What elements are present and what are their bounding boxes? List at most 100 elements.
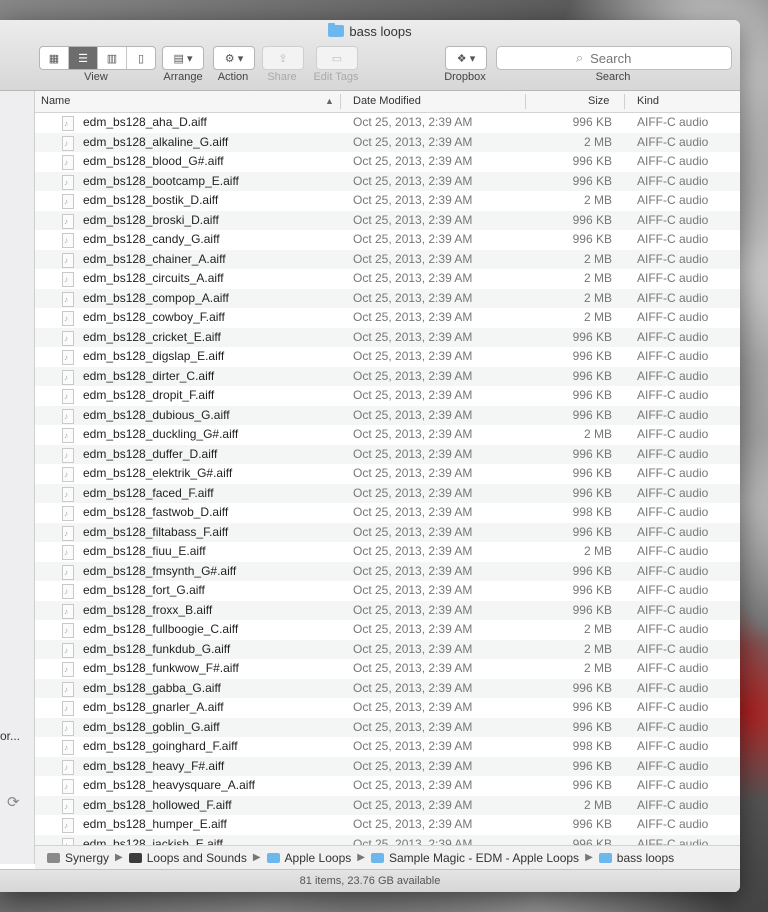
file-name: edm_bs128_fullboogie_C.aiff [83, 622, 239, 636]
share-button[interactable]: ⇪ [262, 46, 304, 70]
file-size: 996 KB [572, 232, 612, 246]
file-size: 2 MB [583, 310, 612, 324]
file-kind: AIFF-C audio [637, 446, 709, 461]
table-row[interactable]: edm_bs128_gnarler_A.aiff Oct 25, 2013, 2:… [35, 698, 740, 719]
file-size: 998 KB [572, 739, 612, 753]
table-row[interactable]: edm_bs128_fort_G.aiff Oct 25, 2013, 2:39 … [35, 581, 740, 602]
table-row[interactable]: edm_bs128_heavy_F#.aiff Oct 25, 2013, 2:3… [35, 756, 740, 777]
file-name: edm_bs128_digslap_E.aiff [83, 349, 225, 363]
audio-file-icon [62, 621, 74, 641]
table-row[interactable]: edm_bs128_goinghard_F.aiff Oct 25, 2013, … [35, 737, 740, 758]
audio-file-icon [62, 348, 74, 368]
file-name: edm_bs128_circuits_A.aiff [83, 271, 224, 285]
name-column-header[interactable]: Name [41, 91, 70, 112]
action-label: Action [217, 71, 249, 83]
table-row[interactable]: edm_bs128_humper_E.aiff Oct 25, 2013, 2:3… [35, 815, 740, 836]
table-row[interactable]: edm_bs128_compop_A.aiff Oct 25, 2013, 2:3… [35, 288, 740, 309]
file-date-modified: Oct 25, 2013, 2:39 AM [353, 251, 473, 266]
table-row[interactable]: edm_bs128_alkaline_G.aiff Oct 25, 2013, 2… [35, 132, 740, 153]
table-row[interactable]: edm_bs128_duffer_D.aiff Oct 25, 2013, 2:3… [35, 444, 740, 465]
file-name: edm_bs128_fort_G.aiff [83, 583, 205, 597]
table-row[interactable]: edm_bs128_filtabass_F.aiff Oct 25, 2013, … [35, 522, 740, 543]
cover-flow-button[interactable]: ▯ [127, 47, 155, 69]
audio-file-icon [62, 602, 74, 621]
file-kind: AIFF-C audio [637, 505, 709, 519]
table-row[interactable]: edm_bs128_chainer_A.aiff Oct 25, 2013, 2:… [35, 249, 740, 270]
table-row[interactable]: edm_bs128_cowboy_F.aiff Oct 25, 2013, 2:3… [35, 308, 740, 329]
audio-file-icon [62, 719, 74, 738]
table-row[interactable]: edm_bs128_gabba_G.aiff Oct 25, 2013, 2:39… [35, 678, 740, 699]
audio-file-icon [62, 387, 74, 407]
file-name: edm_bs128_fmsynth_G#.aiff [83, 563, 237, 578]
audio-file-icon [62, 368, 74, 387]
sidebar-truncated-item[interactable]: or... [0, 729, 20, 743]
file-date-modified: Oct 25, 2013, 2:39 AM [353, 700, 473, 714]
kind-column-header[interactable]: Kind [637, 91, 659, 112]
table-row[interactable]: edm_bs128_aha_D.aiff Oct 25, 2013, 2:39 A… [35, 113, 740, 134]
table-row[interactable]: edm_bs128_fmsynth_G#.aiff Oct 25, 2013, 2… [35, 561, 740, 582]
date-column-header[interactable]: Date Modified [353, 91, 421, 112]
file-kind: AIFF-C audio [637, 544, 709, 558]
file-name: edm_bs128_duckling_G#.aiff [83, 427, 239, 441]
table-row[interactable]: edm_bs128_fullboogie_C.aiff Oct 25, 2013,… [35, 620, 740, 641]
table-row[interactable]: edm_bs128_cricket_E.aiff Oct 25, 2013, 2:… [35, 327, 740, 348]
audio-file-icon [62, 660, 74, 680]
file-date-modified: Oct 25, 2013, 2:39 AM [353, 544, 473, 558]
table-row[interactable]: edm_bs128_funkwow_F#.aiff Oct 25, 2013, 2… [35, 659, 740, 680]
search-field[interactable]: ⌕ [496, 46, 732, 70]
dropbox-button[interactable]: ❖ ▾ [445, 46, 487, 70]
table-row[interactable]: edm_bs128_dirter_C.aiff Oct 25, 2013, 2:3… [35, 366, 740, 387]
file-name: edm_bs128_heavy_F#.aiff [83, 758, 225, 773]
table-row[interactable]: edm_bs128_fiuu_E.aiff Oct 25, 2013, 2:39 … [35, 542, 740, 563]
table-row[interactable]: edm_bs128_elektrik_G#.aiff Oct 25, 2013, … [35, 464, 740, 485]
table-row[interactable]: edm_bs128_froxx_B.aiff Oct 25, 2013, 2:39… [35, 600, 740, 621]
table-row[interactable]: edm_bs128_hollowed_F.aiff Oct 25, 2013, 2… [35, 795, 740, 816]
table-row[interactable]: edm_bs128_duckling_G#.aiff Oct 25, 2013, … [35, 425, 740, 446]
list-view-button[interactable]: ☰ [69, 47, 98, 69]
arrange-button[interactable]: ▤ ▾ [162, 46, 204, 70]
action-button[interactable]: ⚙ ▾ [213, 46, 255, 70]
file-name: edm_bs128_gnarler_A.aiff [83, 700, 224, 714]
file-name: edm_bs128_chainer_A.aiff [83, 251, 226, 266]
file-size: 996 KB [572, 115, 612, 129]
audio-file-icon [62, 153, 74, 173]
table-row[interactable]: edm_bs128_fastwob_D.aiff Oct 25, 2013, 2:… [35, 503, 740, 524]
search-input[interactable] [588, 49, 653, 67]
table-row[interactable]: edm_bs128_circuits_A.aiff Oct 25, 2013, 2… [35, 269, 740, 290]
file-size: 996 KB [572, 602, 612, 617]
audio-file-icon [62, 758, 74, 777]
path-item-label: Sample Magic - EDM - Apple Loops [388, 850, 580, 865]
file-name: edm_bs128_goinghard_F.aiff [83, 739, 238, 753]
table-row[interactable]: edm_bs128_bostik_D.aiff Oct 25, 2013, 2:3… [35, 191, 740, 212]
table-row[interactable]: edm_bs128_digslap_E.aiff Oct 25, 2013, 2:… [35, 347, 740, 368]
path-item[interactable]: bass loops [598, 851, 674, 865]
table-row[interactable]: edm_bs128_faced_F.aiff Oct 25, 2013, 2:39… [35, 483, 740, 504]
file-size: 2 MB [583, 797, 612, 812]
table-row[interactable]: edm_bs128_dropit_F.aiff Oct 25, 2013, 2:3… [35, 386, 740, 407]
table-row[interactable]: edm_bs128_goblin_G.aiff Oct 25, 2013, 2:3… [35, 717, 740, 738]
path-item[interactable]: Loops and Sounds [128, 851, 247, 865]
table-row[interactable]: edm_bs128_candy_G.aiff Oct 25, 2013, 2:39… [35, 230, 740, 251]
file-size: 996 KB [572, 563, 612, 578]
table-row[interactable]: edm_bs128_blood_G#.aiff Oct 25, 2013, 2:3… [35, 152, 740, 173]
audio-file-icon [62, 524, 74, 543]
table-row[interactable]: edm_bs128_funkdub_G.aiff Oct 25, 2013, 2:… [35, 639, 740, 660]
table-row[interactable]: edm_bs128_dubious_G.aiff Oct 25, 2013, 2:… [35, 405, 740, 426]
file-kind: AIFF-C audio [637, 271, 709, 285]
path-item[interactable]: Apple Loops [266, 851, 351, 865]
file-date-modified: Oct 25, 2013, 2:39 AM [353, 115, 473, 129]
size-column-header[interactable]: Size [588, 91, 609, 112]
table-row[interactable]: edm_bs128_bootcamp_E.aiff Oct 25, 2013, 2… [35, 171, 740, 192]
file-date-modified: Oct 25, 2013, 2:39 AM [353, 680, 473, 695]
edit-tags-button[interactable]: ▭ [316, 46, 358, 70]
path-item[interactable]: Synergy [47, 851, 109, 865]
path-item[interactable]: Sample Magic - EDM - Apple Loops [370, 850, 580, 865]
column-view-button[interactable]: ▥ [98, 47, 127, 69]
file-size: 2 MB [583, 622, 612, 636]
file-name: edm_bs128_broski_D.aiff [83, 212, 219, 227]
file-kind: AIFF-C audio [637, 212, 709, 227]
icon-view-button[interactable]: ▦ [40, 47, 69, 69]
table-row[interactable]: edm_bs128_broski_D.aiff Oct 25, 2013, 2:3… [35, 210, 740, 231]
file-kind: AIFF-C audio [637, 641, 709, 656]
table-row[interactable]: edm_bs128_heavysquare_A.aiff Oct 25, 2013… [35, 776, 740, 797]
